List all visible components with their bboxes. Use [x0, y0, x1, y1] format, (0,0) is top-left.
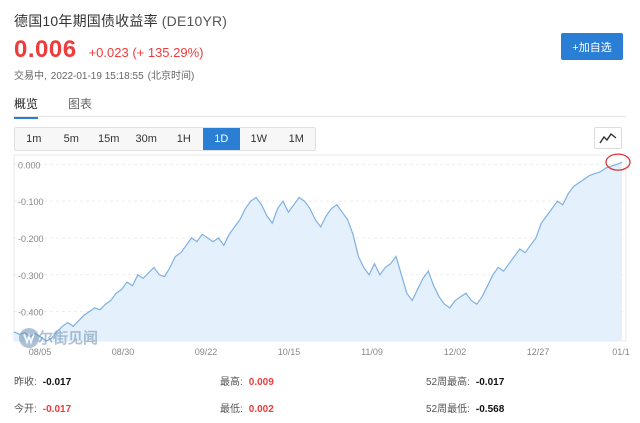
period-15m[interactable]: 15m [90, 128, 128, 150]
price-chart-svg: 0.000-0.100-0.200-0.300-0.40008/05 08/30 0… [13, 153, 631, 357]
status-timezone: (北京时间) [147, 71, 195, 82]
stat-label: 52周最高: [426, 377, 470, 388]
stat-52w-low: 52周最低: -0.568 [426, 400, 504, 415]
stat-label: 最低: [220, 404, 243, 415]
current-price: 0.006 [14, 36, 77, 63]
stat-value: 0.002 [248, 404, 274, 415]
stat-label: 昨收: [14, 377, 37, 388]
instrument-name: 德国10年期国债收益率 [14, 13, 158, 29]
x-tick-label: 12/27 [527, 347, 550, 357]
x-tick-label: 09/22 [195, 347, 218, 357]
x-tick-label: 08/30 [112, 347, 135, 357]
line-chart-icon [599, 132, 617, 144]
period-1w[interactable]: 1W [240, 128, 278, 150]
period-selector: 1m 5m 15m 30m 1H 1D 1W 1M [14, 127, 316, 151]
stat-value: -0.017 [475, 377, 505, 388]
stat-value: 0.009 [248, 377, 274, 388]
series-area [14, 162, 622, 341]
stat-label: 最高: [220, 377, 243, 388]
stat-label: 今开: [14, 404, 37, 415]
x-tick-label: 12/02 [444, 347, 467, 357]
change-percent: (+ 135.29%) [132, 45, 204, 60]
stat-prev-close: 昨收: -0.017 [14, 373, 71, 388]
status-text: 交易中, [14, 71, 47, 82]
y-tick-label: -0.300 [18, 271, 44, 281]
watermark-logo-icon [19, 328, 39, 348]
x-tick-label: 11/09 [361, 347, 383, 357]
period-1h[interactable]: 1H [165, 128, 203, 150]
period-30m[interactable]: 30m [128, 128, 166, 150]
trading-status: 交易中, 2022-01-19 15:18:55 (北京时间) [14, 67, 198, 82]
status-datetime: 2022-01-19 15:18:55 [50, 71, 144, 82]
stat-label: 52周最低: [426, 404, 470, 415]
period-1d[interactable]: 1D [202, 128, 240, 150]
stat-high: 最高: 0.009 [220, 373, 274, 388]
price-chart: 0.000 -0.100 -0.200 -0.300 -0.400 08/05 08/30 0… [13, 153, 631, 362]
watermark: 华尔街见闻 [18, 327, 98, 348]
price-change: +0.023 (+ 135.29%) [89, 45, 204, 60]
price-row: 0.006 +0.023 (+ 135.29%) [14, 36, 204, 64]
x-tick-label: 10/15 [278, 347, 301, 357]
x-tick-label: 01/1 [612, 347, 630, 357]
instrument-code: (DE10YR) [161, 13, 228, 29]
add-watchlist-button[interactable]: +加自选 [561, 33, 623, 60]
stat-value: -0.017 [42, 404, 72, 415]
instrument-title: 德国10年期国债收益率 (DE10YR) [14, 11, 227, 31]
stat-value: -0.568 [475, 404, 505, 415]
tab-divider [14, 116, 626, 117]
stat-52w-high: 52周最高: -0.017 [426, 373, 504, 388]
y-tick-label: -0.400 [18, 308, 44, 318]
period-1m[interactable]: 1m [15, 128, 53, 150]
y-tick-label: -0.200 [18, 234, 44, 244]
stat-value: -0.017 [42, 377, 72, 388]
stat-low: 最低: 0.002 [220, 400, 274, 415]
chart-type-button[interactable] [594, 127, 622, 149]
y-tick-label: -0.100 [18, 197, 44, 207]
stat-open: 今开: -0.017 [14, 400, 71, 415]
period-1mo[interactable]: 1M [278, 128, 316, 150]
change-value: +0.023 [88, 45, 129, 60]
y-tick-label: 0.000 [18, 160, 41, 170]
period-5m[interactable]: 5m [53, 128, 91, 150]
